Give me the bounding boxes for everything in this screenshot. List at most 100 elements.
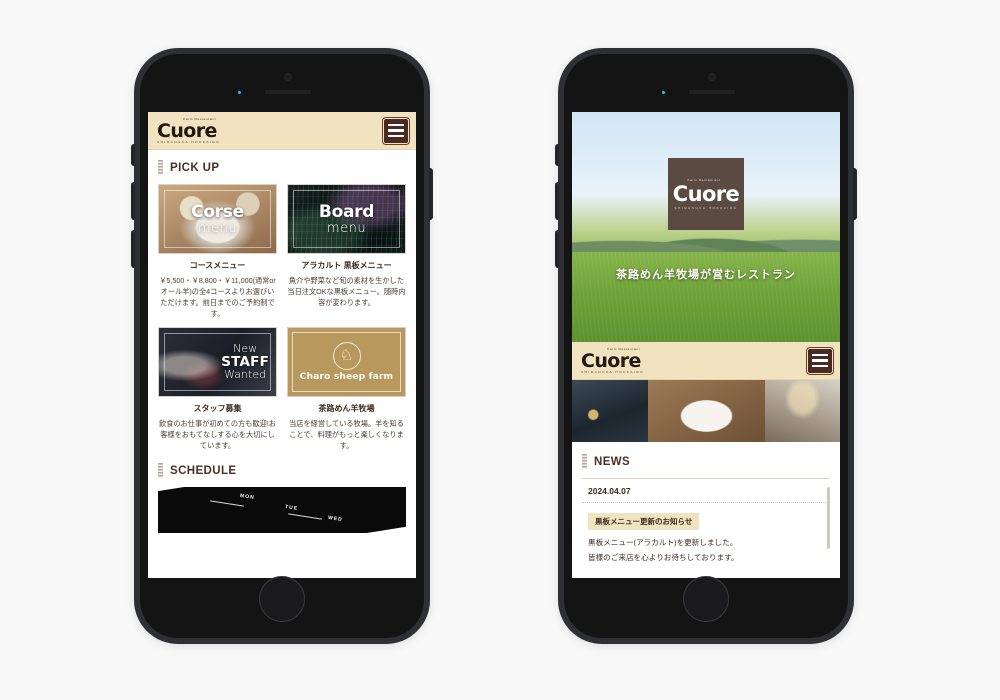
farm-brand-name: Charo sheep farm — [299, 371, 394, 382]
volume-up-button[interactable] — [555, 182, 559, 220]
staff-overlay-text: New STAFF Wanted — [221, 342, 269, 380]
hamburger-bar-1 — [388, 123, 404, 127]
news-section: NEWS — [572, 442, 840, 469]
course-card-title: コースメニュー — [189, 261, 246, 270]
course-card-desc: ￥5,500・￥8,800・￥11,000(通常orオール羊)の全4コースよりお… — [159, 276, 276, 319]
mute-switch[interactable] — [555, 144, 559, 166]
farm-card-desc: 当店を経営している牧場。羊を知ることで、料理がもっと楽しくなります。 — [289, 418, 404, 450]
course-overlay-text: Corse menu — [191, 201, 244, 236]
pickup-card-farm[interactable]: ♘ Charo sheep farm 茶路めん羊牧場 当店を経営している牧場。羊… — [287, 326, 406, 451]
proximity-sensor-icon — [238, 91, 241, 94]
phone-body-left: Farm Restaurant Cuore SHIRANUKA HOKKAIDO… — [140, 54, 424, 638]
schedule-rule-2 — [288, 513, 322, 520]
screen-right: Farm Restaurant Cuore SHIRANUKA HOKKAIDO… — [572, 112, 840, 578]
earpiece-speaker — [265, 90, 311, 94]
gallery-image-exterior[interactable] — [572, 380, 648, 442]
hamburger-menu-icon[interactable] — [382, 116, 410, 145]
home-button[interactable] — [259, 576, 305, 622]
pickup-card-grid: Corse menu コースメニュー ￥5,500・￥8,800・￥11,000… — [158, 184, 406, 451]
staff-card-title: スタッフ募集 — [193, 403, 242, 413]
course-overlay-main: Corse — [191, 201, 244, 222]
staff-overlay-line3: Wanted — [224, 367, 267, 381]
schedule-section: SCHEDULE MON TUE WED — [148, 451, 416, 534]
news-scrollbar[interactable] — [827, 487, 830, 549]
screenshot-stage: Farm Restaurant Cuore SHIRANUKA HOKKAIDO… — [0, 0, 1000, 700]
news-list: 2024.04.07 黒板メニュー更新のお知らせ 黒板メニュー(アラカルト)を更… — [582, 478, 830, 574]
board-overlay-sub: menu — [326, 220, 367, 236]
hero-logo: Farm Restaurant Cuore SHIRANUKA HOKKAIDO — [668, 158, 744, 230]
schedule-day-tue: TUE — [284, 504, 299, 513]
site-logo-left[interactable]: Farm Restaurant Cuore SHIRANUKA HOKKAIDO — [157, 117, 220, 143]
news-body-line2: 皆様のご来店を心よりお待ちしております。 — [588, 552, 739, 562]
farm-card-title: 茶路めん羊牧場 — [318, 403, 375, 413]
hamburger-menu-icon[interactable] — [806, 346, 834, 375]
hamburger-bar-2 — [388, 129, 404, 132]
logo-subtext: SHIRANUKA HOKKAIDO — [157, 139, 221, 144]
schedule-day-wed: WED — [327, 514, 344, 524]
schedule-calendar-image[interactable]: MON TUE WED — [158, 487, 406, 534]
news-heading-label: NEWS — [594, 455, 631, 468]
charo-farm-image: ♘ Charo sheep farm — [287, 326, 406, 397]
ram-emblem-icon: ♘ — [332, 341, 361, 370]
volume-up-button[interactable] — [131, 182, 135, 220]
pickup-card-course[interactable]: Corse menu コースメニュー ￥5,500・￥8,800・￥11,000… — [158, 184, 277, 320]
phone-mockup-right: Farm Restaurant Cuore SHIRANUKA HOKKAIDO… — [555, 48, 857, 644]
front-camera-icon — [708, 73, 716, 81]
logo-supertext: Farm Restaurant — [607, 347, 641, 352]
logo-subtext: SHIRANUKA HOKKAIDO — [674, 206, 738, 210]
power-button[interactable] — [853, 168, 857, 220]
board-card-title: アラカルト 黒板メニュー — [301, 261, 392, 270]
phone-body-right: Farm Restaurant Cuore SHIRANUKA HOKKAIDO… — [564, 54, 848, 638]
hamburger-bar-1 — [812, 353, 828, 357]
board-card-desc: 魚介や野菜など旬の素材を生かした当日注文OKな黒板メニュー。随時内容が変わります… — [287, 276, 406, 308]
logo-wordmark: Cuore — [672, 182, 740, 206]
board-overlay-main: Board — [318, 201, 375, 222]
news-date: 2024.04.07 — [588, 486, 631, 496]
logo-wordmark: Cuore — [157, 119, 217, 142]
logo-subtext: SHIRANUKA HOKKAIDO — [581, 369, 645, 374]
board-overlay-text: Board menu — [318, 201, 375, 236]
gallery-image-dish[interactable] — [647, 380, 765, 442]
volume-down-button[interactable] — [131, 230, 135, 268]
schedule-heading: SCHEDULE — [158, 463, 406, 479]
staff-recruit-image: New STAFF Wanted — [158, 326, 277, 397]
farm-inner-frame: ♘ Charo sheep farm — [292, 331, 401, 392]
logo-wordmark: Cuore — [581, 349, 641, 372]
course-overlay-sub: menu — [197, 220, 238, 236]
schedule-rule-1 — [210, 500, 244, 507]
earpiece-speaker — [689, 90, 735, 94]
pickup-card-board[interactable]: Board menu アラカルト 黒板メニュー 魚介や野菜など旬の素材を生かした… — [287, 184, 406, 320]
site-logo-right[interactable]: Farm Restaurant Cuore SHIRANUKA HOKKAIDO — [581, 347, 644, 373]
site-header-left: Farm Restaurant Cuore SHIRANUKA HOKKAIDO — [148, 112, 416, 150]
pickup-section: PICK UP Corse menu コースメニュー ￥5,500・￥8,800… — [148, 150, 416, 451]
hamburger-bar-3 — [812, 364, 828, 368]
course-menu-image: Corse menu — [158, 184, 277, 254]
heading-accent-bar — [158, 463, 163, 479]
hero-banner: Farm Restaurant Cuore SHIRANUKA HOKKAIDO… — [572, 112, 840, 342]
news-heading: NEWS — [582, 454, 830, 469]
volume-down-button[interactable] — [555, 230, 559, 268]
logo-supertext: Farm Restaurant — [183, 117, 217, 122]
hamburger-bar-2 — [812, 359, 828, 362]
phone-mockup-left: Farm Restaurant Cuore SHIRANUKA HOKKAIDO… — [131, 48, 433, 644]
pickup-heading: PICK UP — [158, 160, 406, 175]
staff-card-desc: 飲食のお仕事が初めての方も歓迎!お客様をおもてなしする心を大切にしています。 — [159, 418, 276, 450]
gallery-image-interior[interactable] — [764, 380, 840, 442]
schedule-heading-label: SCHEDULE — [170, 464, 237, 477]
pickup-heading-label: PICK UP — [170, 161, 220, 174]
staff-overlay-line2: STAFF — [221, 353, 269, 370]
schedule-day-labels: MON TUE WED — [158, 487, 406, 533]
news-body-line1: 黒板メニュー(アラカルト)を更新しました。 — [588, 538, 738, 547]
pickup-card-staff[interactable]: New STAFF Wanted スタッフ募集 飲食のお仕事が初めての方も歓迎!… — [158, 326, 277, 451]
news-divider — [582, 502, 830, 503]
news-badge[interactable]: 黒板メニュー更新のお知らせ — [588, 513, 700, 530]
power-button[interactable] — [429, 168, 433, 220]
hamburger-bar-3 — [388, 134, 404, 138]
front-camera-icon — [284, 73, 292, 81]
heading-accent-bar — [582, 454, 587, 469]
site-header-right: Farm Restaurant Cuore SHIRANUKA HOKKAIDO — [572, 342, 840, 380]
mute-switch[interactable] — [131, 144, 135, 166]
logo-supertext: Farm Restaurant — [687, 178, 721, 182]
hero-caption: 茶路めん羊牧場が営むレストラン — [616, 269, 796, 281]
home-button[interactable] — [683, 576, 729, 622]
